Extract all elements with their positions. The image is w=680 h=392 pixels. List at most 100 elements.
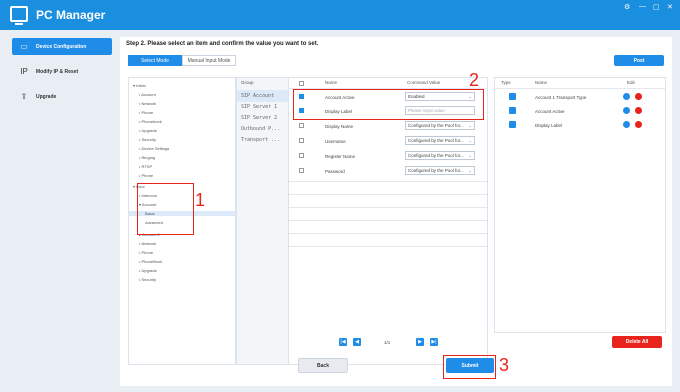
annotation-number: 3	[499, 355, 510, 375]
settings-icon[interactable]: ⚙	[624, 3, 630, 11]
tree-node[interactable]: • Ringing	[139, 155, 155, 160]
app-title: PC Manager	[36, 8, 106, 22]
name-header: Name	[325, 80, 338, 85]
row-checkbox[interactable]	[299, 138, 304, 143]
group-item[interactable]: SIP Server 1	[241, 104, 277, 110]
selected-items-panel: Type Name Edit Account 1 Transport Type …	[494, 77, 666, 333]
sidebar-item-upgrade[interactable]: ⇪ Upgrade	[12, 88, 112, 105]
ip-icon: IP	[20, 67, 28, 76]
divider	[289, 207, 487, 208]
row-name: Display Name	[325, 124, 354, 129]
selected-item-name: Account 1 Transport Type	[535, 95, 587, 100]
config-icon: ▭	[20, 42, 28, 51]
annotation-number: 1	[195, 190, 206, 210]
divider	[289, 220, 487, 221]
tree-node[interactable]: • RTSP	[139, 164, 152, 169]
monitor-icon	[10, 6, 28, 25]
selected-item-name: Display Label	[535, 123, 563, 128]
back-button[interactable]: Back	[298, 358, 348, 373]
sidebar-item-label: Modify IP & Reset	[36, 68, 79, 75]
group-column: Group SIP Account SIP Server 1 SIP Serve…	[237, 78, 289, 364]
minimize-button[interactable]: —	[639, 3, 646, 10]
row-checkbox[interactable]	[299, 123, 304, 128]
sidebar-item-label: Upgrade	[36, 93, 57, 100]
delete-icon[interactable]	[635, 93, 642, 100]
tree-node[interactable]: • Account	[139, 92, 156, 97]
select-value: Configured by the Pool for...	[408, 138, 464, 143]
command-value-select[interactable]: Configured by the Pool for... ⌄	[405, 166, 475, 175]
tab-select-mode[interactable]: Select Mode	[128, 55, 182, 66]
tree-node[interactable]: • PhoneBook	[139, 259, 162, 264]
sidebar-item-modify-ip[interactable]: IP Modify IP & Reset	[12, 63, 112, 80]
prev-page-button[interactable]: ◀	[353, 338, 361, 346]
tree-node[interactable]: • Phone	[139, 250, 153, 255]
annotation-box-tree	[137, 183, 194, 235]
divider	[289, 181, 487, 182]
last-page-button[interactable]: ▶|	[430, 338, 438, 346]
divider	[495, 88, 665, 89]
maximize-button[interactable]: ▢	[653, 3, 660, 11]
command-value-select[interactable]: Configured by the Pool for... ⌄	[405, 136, 475, 145]
edit-icon[interactable]	[623, 107, 630, 114]
group-header: Group	[241, 80, 254, 85]
tree-node[interactable]: • Phonebook	[139, 119, 162, 124]
annotation-box-rows	[293, 89, 484, 120]
mode-tabs: Select Mode Manual Input Mode	[128, 55, 236, 66]
edit-icon[interactable]	[623, 121, 630, 128]
divider	[289, 194, 487, 195]
next-page-button[interactable]: ▶	[416, 338, 424, 346]
tree-node[interactable]: • Phone	[139, 173, 153, 178]
group-item[interactable]: Transport ...	[241, 137, 280, 143]
chevron-down-icon: ⌄	[468, 153, 472, 158]
selected-item-name: Account Active	[535, 109, 565, 114]
select-type-icon	[509, 93, 516, 100]
sidebar-item-label: Device Configuration	[36, 43, 87, 50]
chevron-down-icon: ⌄	[468, 168, 472, 173]
input-type-icon	[509, 107, 516, 114]
group-item[interactable]: Outbound P...	[241, 126, 280, 132]
tree-node[interactable]: • Phone	[139, 110, 153, 115]
sidebar-item-device-configuration[interactable]: ▭ Device Configuration	[12, 38, 112, 55]
post-button[interactable]: Post	[614, 55, 664, 66]
select-value: Configured by the Pool for...	[408, 168, 464, 173]
delete-icon[interactable]	[635, 121, 642, 128]
edit-header: Edit	[627, 80, 635, 85]
close-button[interactable]: ✕	[667, 3, 673, 11]
group-item[interactable]: SIP Server 2	[241, 115, 277, 121]
tree-node[interactable]: • Upgrade	[139, 128, 157, 133]
row-checkbox[interactable]	[299, 168, 304, 173]
value-header: Command Value	[407, 80, 441, 85]
select-all-checkbox[interactable]	[299, 81, 304, 86]
row-name: Username	[325, 139, 346, 144]
tree-node[interactable]: • Security	[139, 137, 156, 142]
tree-node[interactable]: • Network	[139, 101, 156, 106]
annotation-box-submit	[443, 355, 496, 379]
tree-node[interactable]: ▾ Initial	[133, 83, 145, 88]
input-type-icon	[509, 121, 516, 128]
divider	[289, 233, 487, 234]
group-item[interactable]: SIP Account	[241, 93, 274, 99]
select-value: Configured by the Pool for...	[408, 123, 464, 128]
annotation-number: 2	[469, 70, 480, 90]
first-page-button[interactable]: |◀	[339, 338, 347, 346]
tree-node[interactable]: • Device Settings	[139, 146, 169, 151]
edit-icon[interactable]	[623, 93, 630, 100]
tree-node[interactable]: • Network	[139, 241, 156, 246]
tab-manual-input-mode[interactable]: Manual Input Mode	[182, 55, 236, 66]
row-name: Password	[325, 169, 345, 174]
row-name: Register Name	[325, 154, 356, 159]
command-value-select[interactable]: Configured by the Pool for... ⌄	[405, 151, 475, 160]
delete-icon[interactable]	[635, 107, 642, 114]
delete-all-button[interactable]: Delete All	[612, 336, 662, 348]
page-indicator: 1/1	[384, 340, 391, 345]
chevron-down-icon: ⌄	[468, 123, 472, 128]
tree-node[interactable]: • Upgrade	[139, 268, 157, 273]
items-table: Group SIP Account SIP Server 1 SIP Serve…	[236, 77, 488, 365]
command-value-select[interactable]: Configured by the Pool for... ⌄	[405, 121, 475, 130]
sidebar: ▭ Device Configuration IP Modify IP & Re…	[0, 30, 118, 392]
row-checkbox[interactable]	[299, 153, 304, 158]
select-value: Configured by the Pool for...	[408, 153, 464, 158]
type-header: Type	[501, 80, 511, 85]
tree-node[interactable]: • Security	[139, 277, 156, 282]
upgrade-icon: ⇪	[20, 92, 28, 101]
